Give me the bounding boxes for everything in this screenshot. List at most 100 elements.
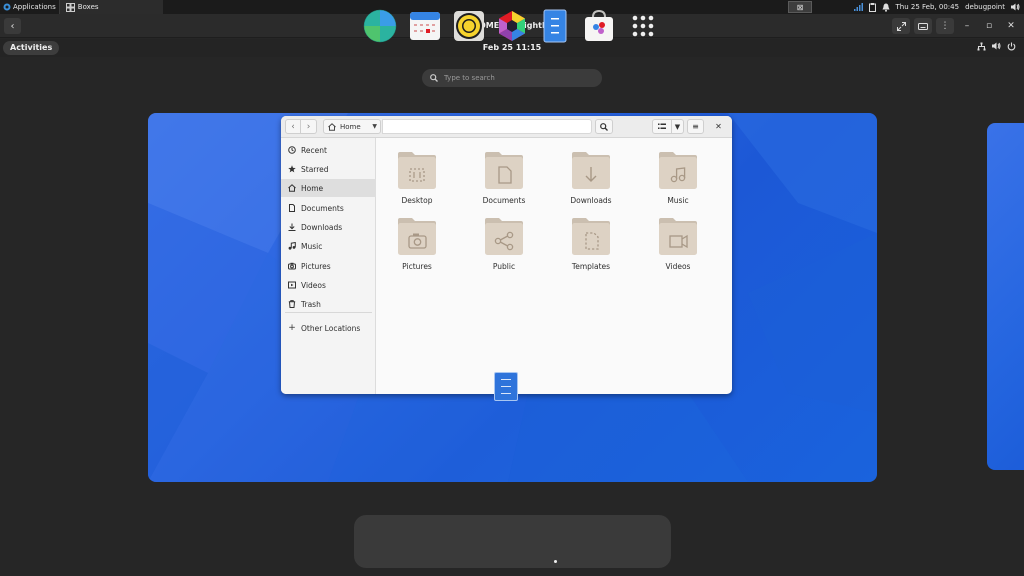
view-list-button[interactable] (652, 119, 672, 134)
close-icon: ✕ (1007, 21, 1015, 31)
sidebar-item-trash[interactable]: Trash (281, 295, 376, 313)
maximize-icon: ▫ (985, 21, 993, 31)
folder-label: Documents (482, 196, 526, 205)
folder-label: Pictures (402, 262, 432, 271)
folder-icon (572, 152, 610, 189)
sidebar-item-label: Home (301, 183, 324, 193)
chevron-down-icon: ▼ (372, 123, 377, 130)
host-clock[interactable]: Thu 25 Feb, 00:45 (896, 3, 960, 11)
folder-icon (398, 218, 436, 255)
folder-icon (572, 218, 610, 255)
overview-search-entry[interactable]: Type to search (422, 69, 602, 87)
sidebar-item-label: Downloads (301, 222, 343, 232)
sidebar-item-downloads[interactable]: Downloads (281, 218, 376, 236)
host-user[interactable]: debugpoint (965, 3, 1005, 11)
applications-menu-icon (3, 3, 11, 11)
web-browser-icon[interactable] (363, 9, 397, 43)
sidebar-item-recent[interactable]: Recent (281, 141, 376, 159)
keyboard-button[interactable] (914, 18, 932, 34)
fullscreen-button[interactable] (892, 18, 910, 34)
sidebar-item-videos[interactable]: Videos (281, 276, 376, 294)
files-search-button[interactable] (595, 119, 613, 134)
path-extension-area[interactable] (382, 119, 592, 134)
close-icon: ✕ (715, 122, 722, 131)
sidebar-item-label: Videos (301, 280, 326, 290)
sidebar-item-label: Starred (301, 164, 329, 174)
sidebar-item-other-locations[interactable]: + Other Locations (281, 319, 376, 337)
host-workspace-button[interactable]: ⊠ (788, 1, 812, 13)
power-icon (1007, 42, 1016, 51)
sidebar-item-label: Recent (301, 145, 327, 155)
sidebar-item-home[interactable]: Home (281, 179, 376, 197)
more-menu-button[interactable]: ⋮ (936, 18, 954, 34)
camera-icon (288, 262, 296, 270)
host-taskbar-boxes[interactable]: Boxes (58, 0, 163, 14)
search-placeholder: Type to search (444, 74, 495, 82)
clipboard-icon[interactable] (868, 2, 876, 12)
folder-icon (659, 218, 697, 255)
taskbar-label: Boxes (77, 3, 99, 11)
volume-icon[interactable] (1011, 3, 1020, 11)
sidebar-item-label: Pictures (301, 261, 331, 271)
folder-label: Videos (665, 262, 691, 271)
workspace-icon: ⊠ (796, 2, 804, 12)
path-label: Home (340, 122, 361, 131)
files-window[interactable]: ‹ › Home ▼ ▼ ≡ ✕ Recent Starred Home Doc… (281, 116, 732, 394)
maximize-button[interactable]: ▫ (980, 18, 998, 34)
home-icon (288, 184, 296, 192)
software-store-icon[interactable] (582, 9, 616, 43)
sidebar-item-pictures[interactable]: Pictures (281, 257, 376, 275)
minimize-icon: – (964, 21, 970, 31)
trash-icon (288, 300, 296, 308)
applications-label: Applications (13, 3, 56, 11)
software-colors-icon[interactable] (495, 9, 529, 43)
sidebar-item-documents[interactable]: Documents (281, 199, 376, 217)
kebab-menu-icon: ⋮ (940, 21, 950, 31)
sidebar-item-label: Documents (301, 203, 344, 213)
notification-bell-icon[interactable] (882, 3, 890, 12)
download-icon (288, 223, 296, 231)
folder-label: Downloads (570, 196, 612, 205)
folder-label: Desktop (401, 196, 433, 205)
files-close-button[interactable]: ✕ (710, 119, 727, 134)
search-icon (430, 74, 438, 82)
chevron-left-icon: ‹ (291, 121, 295, 132)
folder-icon (659, 152, 697, 189)
folder-icon (398, 152, 436, 189)
guest-volume-icon (992, 42, 1001, 50)
document-icon (289, 204, 295, 212)
chevron-down-icon: ▼ (674, 122, 681, 131)
files-header-bar: ‹ › Home ▼ ▼ ≡ ✕ (281, 116, 732, 138)
folder-icon (485, 152, 523, 189)
host-applications-menu[interactable]: Applications (0, 0, 59, 14)
minimize-button[interactable]: – (958, 18, 976, 34)
calendar-icon[interactable] (408, 9, 442, 43)
plus-icon: + (288, 323, 296, 333)
back-button[interactable]: ‹ (4, 18, 21, 34)
dragged-text-file-icon[interactable] (494, 372, 518, 401)
path-bar-home[interactable]: Home ▼ (323, 119, 381, 134)
close-window-button[interactable]: ✕ (1002, 18, 1020, 34)
network-signal-icon[interactable] (853, 3, 863, 11)
sidebar-item-music[interactable]: Music (281, 237, 376, 255)
text-editor-icon[interactable] (538, 9, 572, 43)
list-view-icon (658, 123, 666, 129)
music-player-icon[interactable] (452, 9, 486, 43)
folder-label: Music (667, 196, 689, 205)
show-apps-icon[interactable] (626, 9, 660, 43)
places-sidebar: Recent Starred Home Documents Downloads … (281, 138, 376, 394)
folder-icon (485, 218, 523, 255)
back-nav-button[interactable]: ‹ (285, 119, 301, 134)
guest-status-area[interactable] (977, 42, 1016, 51)
hamburger-menu-button[interactable]: ≡ (687, 119, 704, 134)
folder-label: Templates (571, 262, 611, 271)
home-icon (328, 122, 336, 131)
forward-nav-button[interactable]: › (301, 119, 317, 134)
next-workspace-thumbnail[interactable] (987, 123, 1024, 470)
sidebar-divider (285, 312, 372, 313)
view-options-button[interactable]: ▼ (672, 119, 684, 134)
star-icon (288, 165, 296, 173)
sidebar-item-label: Other Locations (301, 323, 361, 333)
sidebar-item-starred[interactable]: Starred (281, 160, 376, 178)
dash (354, 515, 671, 568)
